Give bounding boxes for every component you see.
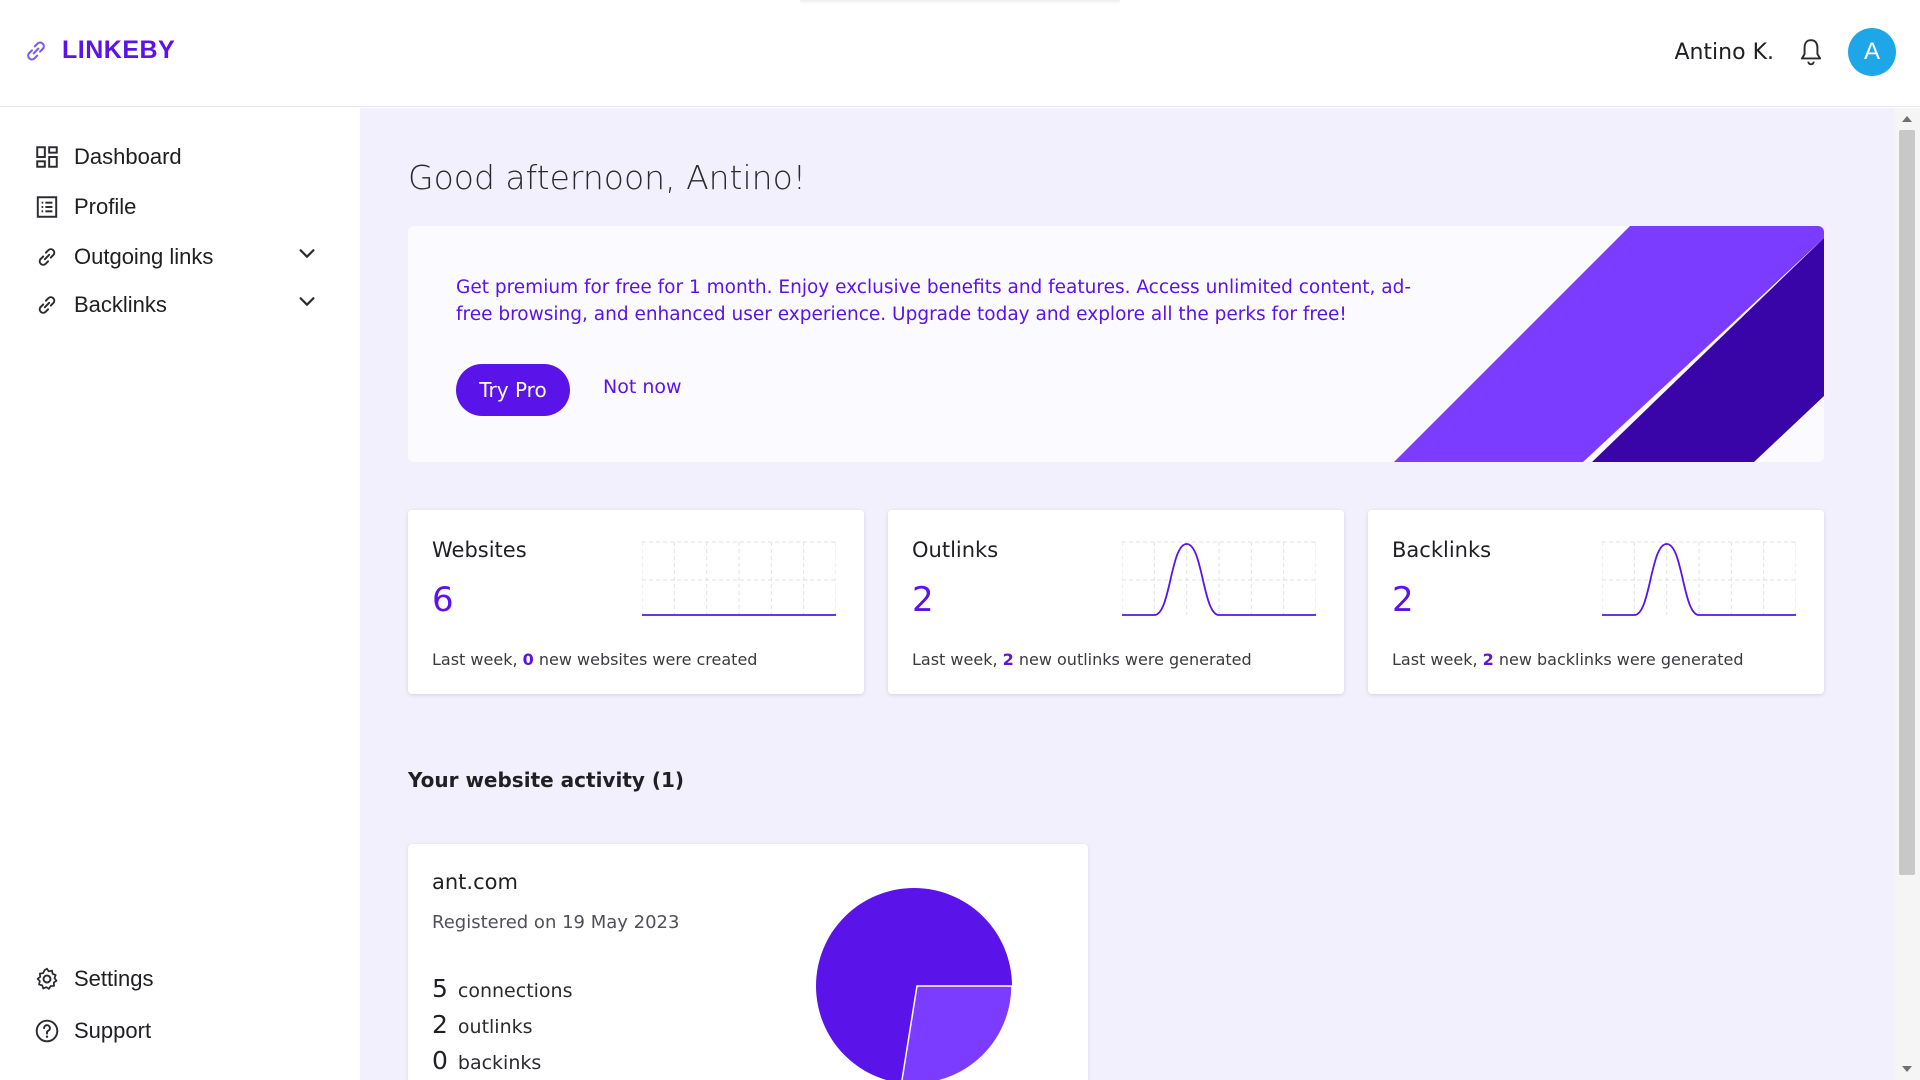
stat-card-backlinks[interactable]: Backlinks 2 Last week, 2 new backlinks w… — [1368, 510, 1824, 694]
stat-number: 0 — [432, 1046, 448, 1075]
site-registered-date: Registered on 19 May 2023 — [432, 912, 680, 933]
stat-number: 2 — [432, 1010, 448, 1039]
sidebar-item-profile[interactable]: Profile — [34, 194, 136, 220]
scroll-up-arrow[interactable] — [1902, 116, 1912, 122]
stat-title: Outlinks — [912, 538, 999, 562]
sidebar-item-label: Support — [74, 1018, 152, 1043]
chevron-down-icon[interactable] — [296, 242, 318, 264]
stat-note: Last week, 2 new backlinks were generate… — [1392, 650, 1743, 669]
main-content: Good afternoon, Antino! Get premium for … — [360, 108, 1894, 1080]
stat-note-suffix: new backlinks were generated — [1493, 650, 1744, 669]
sparkline-chart — [1602, 541, 1796, 616]
site-stat-connections: 5 connections — [432, 974, 573, 1003]
stat-note-suffix: new outlinks were generated — [1013, 650, 1252, 669]
bell-icon[interactable] — [1798, 37, 1824, 67]
stat-card-websites[interactable]: Websites 6 Last week, 0 new websites wer… — [408, 510, 864, 694]
site-stat-outlinks: 2 outlinks — [432, 1010, 533, 1039]
sidebar-item-settings[interactable]: Settings — [34, 966, 154, 992]
stat-note-count: 2 — [1002, 650, 1014, 669]
stat-note-prefix: Last week, — [912, 650, 1003, 669]
promo-banner: Get premium for free for 1 month. Enjoy … — [408, 226, 1824, 462]
page-title: Good afternoon, Antino! — [408, 158, 806, 197]
dashboard-icon — [36, 146, 58, 168]
avatar[interactable]: A — [1848, 28, 1896, 76]
link-icon — [38, 296, 56, 314]
stat-note-prefix: Last week, — [432, 650, 523, 669]
sidebar-item-support[interactable]: Support — [34, 1018, 151, 1044]
profile-icon — [36, 196, 58, 218]
stat-note-count: 2 — [1482, 650, 1494, 669]
sidebar-item-dashboard[interactable]: Dashboard — [34, 144, 182, 170]
stat-value: 2 — [912, 580, 934, 620]
stat-note-suffix: new websites were created — [533, 650, 758, 669]
stat-note: Last week, 0 new websites were created — [432, 650, 757, 669]
chevron-down-icon[interactable] — [296, 290, 318, 312]
site-domain: ant.com — [432, 870, 518, 894]
sparkline-chart — [642, 541, 836, 616]
brand-logo[interactable]: LINKEBY — [22, 36, 175, 65]
sidebar-item-label: Outgoing links — [74, 244, 214, 269]
scrollbar[interactable] — [1894, 108, 1920, 1080]
brand-name: LINKEBY — [62, 36, 176, 64]
sidebar-item-label: Settings — [74, 966, 154, 991]
promo-decoration — [1394, 226, 1824, 462]
stat-title: Websites — [432, 538, 527, 562]
user-name[interactable]: Antino K. — [1674, 40, 1774, 65]
promo-text: Get premium for free for 1 month. Enjoy … — [456, 277, 1412, 325]
sidebar-item-label: Dashboard — [74, 144, 182, 169]
not-now-button[interactable]: Not now — [603, 376, 682, 398]
gear-icon — [36, 967, 58, 990]
stat-note-prefix: Last week, — [1392, 650, 1483, 669]
website-activity-card[interactable]: ant.com Registered on 19 May 2023 5 conn… — [408, 844, 1088, 1080]
help-icon — [35, 1019, 59, 1043]
site-pie-chart — [816, 888, 1012, 1080]
stat-value: 2 — [1392, 580, 1414, 620]
sidebar-item-backlinks[interactable]: Backlinks — [34, 292, 167, 318]
stat-label: outlinks — [457, 1016, 533, 1038]
scroll-down-arrow[interactable] — [1902, 1066, 1912, 1072]
top-shadow — [800, 0, 1120, 4]
link-logo-icon — [27, 41, 45, 60]
sidebar: Dashboard Profile Outgoing links Backlin… — [0, 108, 360, 1080]
try-pro-button[interactable]: Try Pro — [456, 364, 570, 416]
stat-label: connections — [457, 980, 573, 1002]
link-icon — [38, 248, 56, 266]
stat-number: 5 — [432, 974, 448, 1003]
activity-section-title: Your website activity (1) — [408, 768, 685, 792]
sidebar-item-label: Backlinks — [74, 292, 167, 317]
sidebar-item-label: Profile — [74, 194, 137, 219]
stat-card-outlinks[interactable]: Outlinks 2 Last week, 2 new outlinks wer… — [888, 510, 1344, 694]
stat-note: Last week, 2 new outlinks were generated — [912, 650, 1252, 669]
stat-title: Backlinks — [1392, 538, 1492, 562]
stat-note-count: 0 — [522, 650, 534, 669]
sparkline-chart — [1122, 541, 1316, 616]
top-bar: LINKEBY Antino K. A — [0, 0, 1920, 107]
stat-value: 6 — [432, 580, 454, 620]
stat-label: backinks — [457, 1052, 542, 1074]
pie-slice-outlinks — [901, 985, 1012, 1080]
scroll-thumb[interactable] — [1899, 130, 1915, 875]
site-stat-backlinks: 0 backinks — [432, 1046, 541, 1075]
sidebar-item-outgoing-links[interactable]: Outgoing links — [34, 244, 213, 270]
user-area: Antino K. A — [1674, 28, 1896, 76]
